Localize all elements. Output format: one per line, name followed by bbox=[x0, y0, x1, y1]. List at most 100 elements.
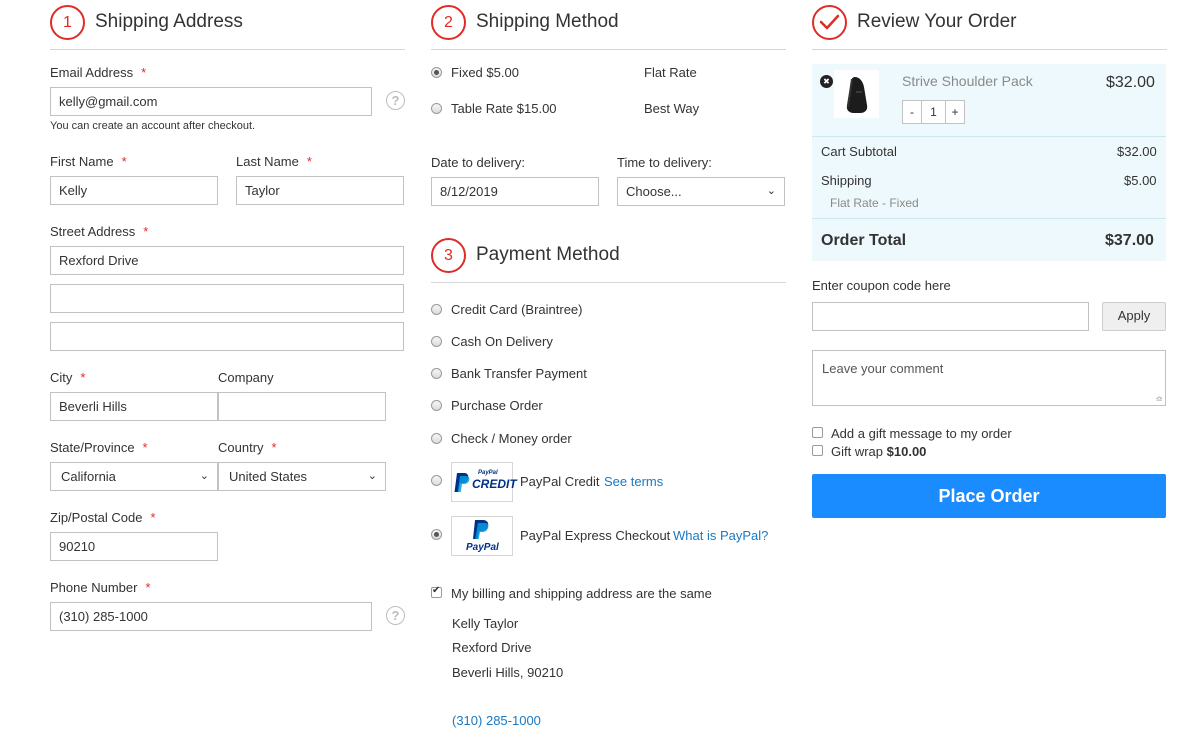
paypal-credit-terms-link[interactable]: See terms bbox=[604, 474, 663, 489]
summary-divider bbox=[812, 136, 1166, 137]
cart-subtotal-label: Cart Subtotal bbox=[821, 144, 897, 159]
shipping-payment-section: 2 Shipping Method Fixed $5.00 Flat Rate … bbox=[431, 0, 786, 728]
required-asterisk: * bbox=[143, 224, 149, 239]
paypal-express-logo-text: PayPal bbox=[466, 542, 499, 553]
state-select[interactable]: California ⌄ bbox=[50, 462, 218, 491]
shipping-option-carrier: Best Way bbox=[644, 101, 700, 116]
country-select[interactable]: United States ⌄ bbox=[218, 462, 386, 491]
backpack-image bbox=[846, 77, 868, 113]
required-asterisk: * bbox=[141, 65, 147, 80]
resize-handle-icon[interactable]: ≏ bbox=[1155, 394, 1163, 405]
payment-radio-cod[interactable] bbox=[431, 336, 442, 347]
same-address-label: My billing and shipping address are the … bbox=[451, 586, 712, 601]
shipping-method-title: Shipping Method bbox=[476, 11, 619, 32]
payment-option-label: Bank Transfer Payment bbox=[451, 366, 587, 381]
summary-divider bbox=[812, 218, 1166, 219]
phone-help-icon[interactable]: ? bbox=[386, 606, 405, 625]
coupon-label: Enter coupon code here bbox=[812, 278, 951, 293]
remove-item-icon[interactable]: ✖ bbox=[820, 75, 833, 88]
shipping-method-name: Flat Rate - Fixed bbox=[830, 196, 919, 210]
what-is-paypal-link[interactable]: What is PayPal? bbox=[673, 528, 768, 543]
state-label: State/Province * bbox=[50, 440, 148, 455]
payment-option-label: Purchase Order bbox=[451, 398, 543, 413]
payment-radio-paypal-credit[interactable] bbox=[431, 475, 442, 486]
review-order-title: Review Your Order bbox=[857, 11, 1017, 32]
gift-wrap-checkbox[interactable] bbox=[812, 445, 823, 456]
paypal-credit-logo-small: PayPal bbox=[478, 470, 498, 476]
city-field[interactable]: Beverli Hills bbox=[50, 392, 218, 421]
street-line-2-field[interactable] bbox=[50, 284, 404, 313]
step-2-badge: 2 bbox=[431, 5, 466, 40]
qty-increase-button[interactable]: + bbox=[945, 100, 965, 124]
qty-input[interactable]: 1 bbox=[922, 100, 945, 124]
shipping-option-radio-fixed[interactable] bbox=[431, 67, 442, 78]
street-label: Street Address * bbox=[50, 224, 148, 239]
delivery-time-select[interactable]: Choose... ⌄ bbox=[617, 177, 785, 206]
state-select-value: California bbox=[61, 469, 116, 484]
state-label-text: State/Province bbox=[50, 440, 135, 455]
phone-label-text: Phone Number bbox=[50, 580, 138, 595]
payment-radio-bank-transfer[interactable] bbox=[431, 368, 442, 379]
delivery-date-label: Date to delivery: bbox=[431, 155, 525, 170]
delivery-time-label: Time to delivery: bbox=[617, 155, 712, 170]
street-line-3-field[interactable] bbox=[50, 322, 404, 351]
required-asterisk: * bbox=[80, 370, 86, 385]
payment-radio-purchase-order[interactable] bbox=[431, 400, 442, 411]
first-name-label: First Name * bbox=[50, 154, 127, 169]
step-1-badge: 1 bbox=[50, 5, 85, 40]
chevron-down-icon: ⌄ bbox=[766, 185, 776, 197]
payment-radio-check[interactable] bbox=[431, 433, 442, 444]
required-asterisk: * bbox=[150, 510, 156, 525]
payment-radio-paypal-express[interactable] bbox=[431, 529, 442, 540]
billing-city-zip: Beverli Hills, 90210 bbox=[452, 665, 564, 680]
email-help-icon[interactable]: ? bbox=[386, 91, 405, 110]
place-order-button[interactable]: Place Order bbox=[812, 474, 1166, 518]
comment-textarea[interactable]: Leave your comment ≏ bbox=[812, 350, 1166, 406]
paypal-express-label: PayPal Express Checkout bbox=[520, 528, 671, 543]
qty-decrease-button[interactable]: - bbox=[902, 100, 922, 124]
billing-name: Kelly Taylor bbox=[452, 616, 519, 631]
paypal-credit-logo-big: CREDIT bbox=[472, 477, 517, 491]
shipping-method-header: 2 Shipping Method bbox=[431, 0, 786, 50]
product-name: Strive Shoulder Pack bbox=[902, 73, 1033, 89]
comment-placeholder: Leave your comment bbox=[822, 361, 944, 376]
check-icon bbox=[812, 5, 847, 40]
shipping-option-radio-table[interactable] bbox=[431, 103, 442, 114]
city-label: City * bbox=[50, 370, 85, 385]
same-address-checkbox[interactable] bbox=[431, 585, 442, 598]
billing-street: Rexford Drive bbox=[452, 640, 532, 655]
gift-message-label: Add a gift message to my order bbox=[831, 426, 1012, 441]
cart-subtotal-value: $32.00 bbox=[1117, 144, 1157, 159]
city-label-text: City bbox=[50, 370, 73, 385]
street-label-text: Street Address bbox=[50, 224, 136, 239]
coupon-input[interactable] bbox=[812, 302, 1089, 331]
product-thumbnail bbox=[834, 70, 879, 118]
review-order-header: Review Your Order bbox=[812, 0, 1167, 50]
delivery-date-field[interactable]: 8/12/2019 bbox=[431, 177, 599, 206]
email-field[interactable]: kelly@gmail.com bbox=[50, 87, 372, 116]
shipping-address-title: Shipping Address bbox=[95, 11, 243, 32]
apply-coupon-button[interactable]: Apply bbox=[1102, 302, 1166, 331]
shipping-address-header: 1 Shipping Address bbox=[50, 0, 405, 50]
chevron-down-icon: ⌄ bbox=[199, 470, 209, 482]
billing-phone-link[interactable]: (310) 285-1000 bbox=[452, 713, 541, 728]
street-line-1-field[interactable]: Rexford Drive bbox=[50, 246, 404, 275]
required-asterisk: * bbox=[306, 154, 312, 169]
last-name-label-text: Last Name bbox=[236, 154, 299, 169]
step-3-badge: 3 bbox=[431, 238, 466, 273]
order-total-value: $37.00 bbox=[1105, 232, 1154, 249]
email-label-text: Email Address bbox=[50, 65, 134, 80]
gift-message-checkbox[interactable] bbox=[812, 427, 823, 438]
company-field[interactable] bbox=[218, 392, 386, 421]
required-asterisk: * bbox=[142, 440, 148, 455]
product-price: $32.00 bbox=[1106, 74, 1155, 91]
first-name-label-text: First Name bbox=[50, 154, 114, 169]
payment-option-label: Credit Card (Braintree) bbox=[451, 302, 583, 317]
phone-field[interactable]: (310) 285-1000 bbox=[50, 602, 372, 631]
first-name-field[interactable]: Kelly bbox=[50, 176, 218, 205]
zip-field[interactable]: 90210 bbox=[50, 532, 218, 561]
last-name-label: Last Name * bbox=[236, 154, 312, 169]
payment-radio-braintree[interactable] bbox=[431, 304, 442, 315]
last-name-field[interactable]: Taylor bbox=[236, 176, 404, 205]
payment-method-header: 3 Payment Method bbox=[431, 233, 786, 283]
